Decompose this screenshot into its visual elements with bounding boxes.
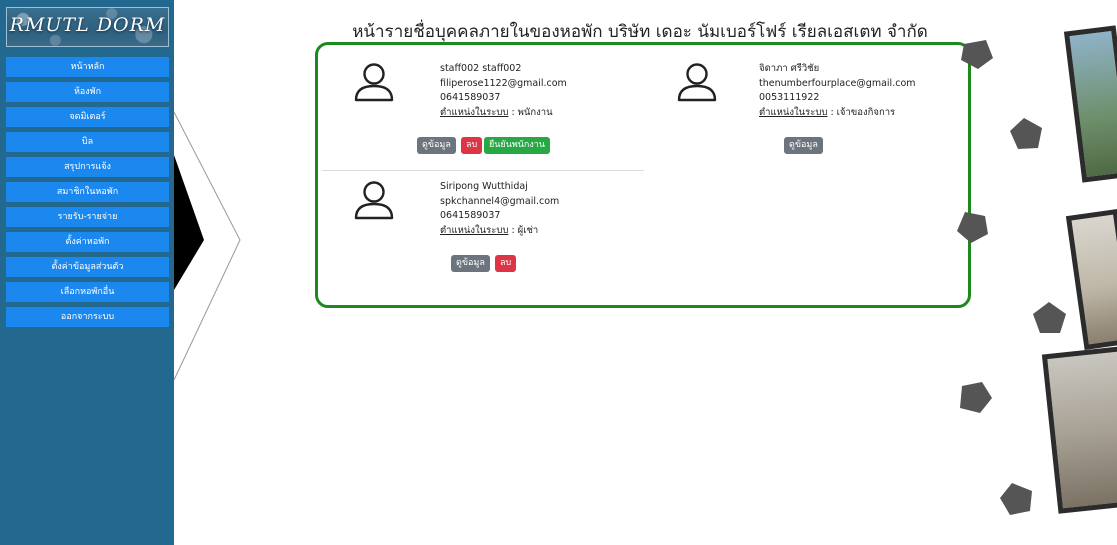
role-label: ตำแหน่งในระบบ [759,106,828,118]
card-divider [322,170,644,171]
person-info: staff002 staff002 filiperose1122@gmail.c… [440,62,567,120]
decor-photo-room [1065,209,1117,350]
user-icon [354,63,394,102]
nav-report-summary[interactable]: สรุปการแจ้ง [6,157,169,177]
user-icon [677,63,717,102]
sidebar-arrow-decoration [173,111,241,381]
decor-pentagon [960,382,992,413]
decor-pentagon [961,40,993,69]
decor-pentagon [957,212,988,243]
person-role: ตำแหน่งในระบบ : เจ้าของกิจการ [759,106,916,121]
role-label: ตำแหน่งในระบบ [440,106,509,118]
person-info: จิดาภา ศรีวิชัย thenumberfourplace@gmail… [759,62,916,120]
nav-dorm-settings[interactable]: ตั้งค่าหอพัก [6,232,169,252]
role-value: : พนักงาน [508,106,553,118]
nav-logout[interactable]: ออกจากระบบ [6,307,169,327]
user-icon [354,181,394,220]
decor-pentagon [1010,118,1042,149]
decor-photo-building [1063,25,1117,183]
role-value: : เจ้าของกิจการ [827,106,896,118]
logo-text: RMUTL DORM [9,14,166,36]
view-button[interactable]: ดูข้อมูล [451,255,490,272]
delete-button[interactable]: ลบ [461,137,483,154]
person-name: staff002 staff002 [440,63,522,74]
nav-members[interactable]: สมาชิกในหอพัก [6,182,169,202]
delete-button[interactable]: ลบ [495,255,517,272]
nav-rooms[interactable]: ห้องพัก [6,82,169,102]
nav-income-expense[interactable]: รายรับ-รายจ่าย [6,207,169,227]
person-phone: 0053111922 [759,92,820,103]
view-button[interactable]: ดูข้อมูล [417,137,456,154]
person-role: ตำแหน่งในระบบ : พนักงาน [440,106,567,121]
nav-bill[interactable]: บิล [6,132,169,152]
person-phone: 0641589037 [440,92,501,103]
person-name: Siripong Wutthidaj [440,181,528,192]
page-title: หน้ารายชื่อบุคคลภายในของหอพัก บริษัท เดอ… [352,22,928,42]
person-email: filiperose1122@gmail.com [440,77,567,89]
sidebar: RMUTL DORM หน้าหลัก ห้องพัก จดมิเตอร์ บิ… [0,0,174,545]
decor-photo-hallway [1041,346,1117,514]
view-button[interactable]: ดูข้อมูล [784,137,823,154]
nav-profile-settings[interactable]: ตั้งค่าข้อมูลส่วนตัว [6,257,169,277]
nav-meter[interactable]: จดมิเตอร์ [6,107,169,127]
role-label: ตำแหน่งในระบบ [440,224,509,236]
person-role: ตำแหน่งในระบบ : ผู้เช่า [440,224,559,239]
person-phone: 0641589037 [440,210,501,221]
person-name: จิดาภา ศรีวิชัย [759,63,820,74]
person-email: spkchannel4@gmail.com [440,195,560,207]
person-email: thenumberfourplace@gmail.com [759,77,916,89]
person-info: Siripong Wutthidaj spkchannel4@gmail.com… [440,180,559,238]
nav-select-dorm[interactable]: เลือกหอพักอื่น [6,282,169,302]
decor-pentagon [1033,302,1066,333]
role-value: : ผู้เช่า [508,224,539,236]
nav-home[interactable]: หน้าหลัก [6,57,169,77]
confirm-staff-button[interactable]: ยืนยันพนักงาน [484,137,550,154]
arrow-head [174,155,204,290]
decor-pentagon [1000,483,1032,515]
logo[interactable]: RMUTL DORM [6,7,169,47]
